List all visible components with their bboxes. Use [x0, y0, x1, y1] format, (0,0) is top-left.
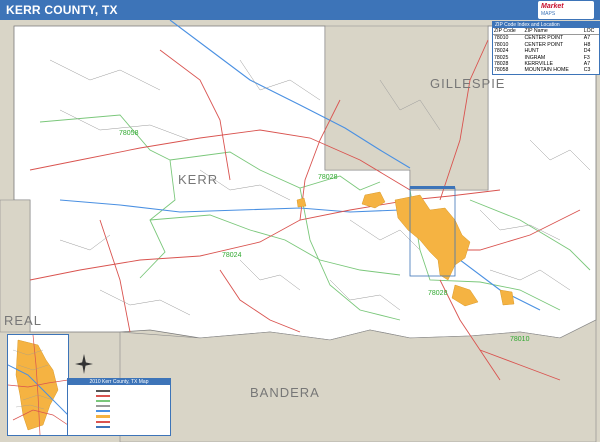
- zip-label: 78010: [510, 336, 530, 343]
- county-label-real: REAL: [4, 313, 42, 328]
- zip-name-cell: MOUNTAIN HOME: [524, 67, 569, 74]
- legend-symbol: [96, 410, 110, 412]
- zip-label: 78058: [119, 130, 139, 137]
- county-label-gillespie: GILLESPIE: [430, 76, 506, 91]
- table-row: 78058 MOUNTAIN HOME C3: [493, 67, 599, 73]
- zip-loc-cell: C3: [583, 67, 591, 74]
- legend-symbol: [96, 395, 110, 397]
- legend-symbol: [96, 415, 110, 418]
- map-legend: 2010 Kerr County, TX Map: [67, 378, 171, 436]
- inset-svg: [8, 335, 68, 435]
- legend-symbol: [96, 390, 110, 392]
- legend-symbol: [96, 421, 110, 423]
- county-label-bandera: BANDERA: [250, 385, 320, 400]
- logo-mark: Market: [541, 3, 564, 10]
- compass-rose-icon: [75, 354, 93, 374]
- zip-table-grid: ZIP Code ZIP Name LOC 78010 CENTER POINT…: [493, 28, 599, 74]
- title-bar: KERR COUNTY, TX Market MAPS: [0, 0, 600, 20]
- legend-symbol: [96, 400, 110, 402]
- zip-table-header: LOC: [582, 28, 599, 36]
- map-title: KERR COUNTY, TX: [6, 3, 118, 17]
- legend-title: 2010 Kerr County, TX Map: [68, 379, 170, 385]
- legend-symbol: [96, 426, 110, 428]
- zip-name-cell: CENTER POINT: [524, 35, 564, 42]
- zip-label: 78028: [428, 290, 448, 297]
- table-row: 78010 CENTER POINT A7: [493, 35, 599, 42]
- zip-code-cell: 78010: [494, 35, 509, 42]
- zip-table-header: ZIP Code: [493, 28, 524, 36]
- zip-index-table: ZIP Code Index and Location ZIP Code ZIP…: [492, 21, 600, 75]
- zip-loc-cell: A7: [583, 35, 591, 42]
- county-label-kerr: KERR: [178, 172, 219, 187]
- kerrville-inset-map[interactable]: [7, 334, 69, 436]
- inset-locator-header: [410, 186, 455, 189]
- zip-code-cell: 78058: [494, 67, 509, 74]
- publisher-logo-icon: Market MAPS: [538, 1, 594, 19]
- legend-symbol: [96, 405, 110, 407]
- logo-mark-sub: MAPS: [541, 11, 556, 17]
- zip-label: 78028: [318, 174, 338, 181]
- zip-table-header-row: ZIP Code ZIP Name LOC: [493, 28, 599, 36]
- zip-label: 78024: [222, 252, 242, 259]
- zip-table-header: ZIP Name: [523, 28, 583, 36]
